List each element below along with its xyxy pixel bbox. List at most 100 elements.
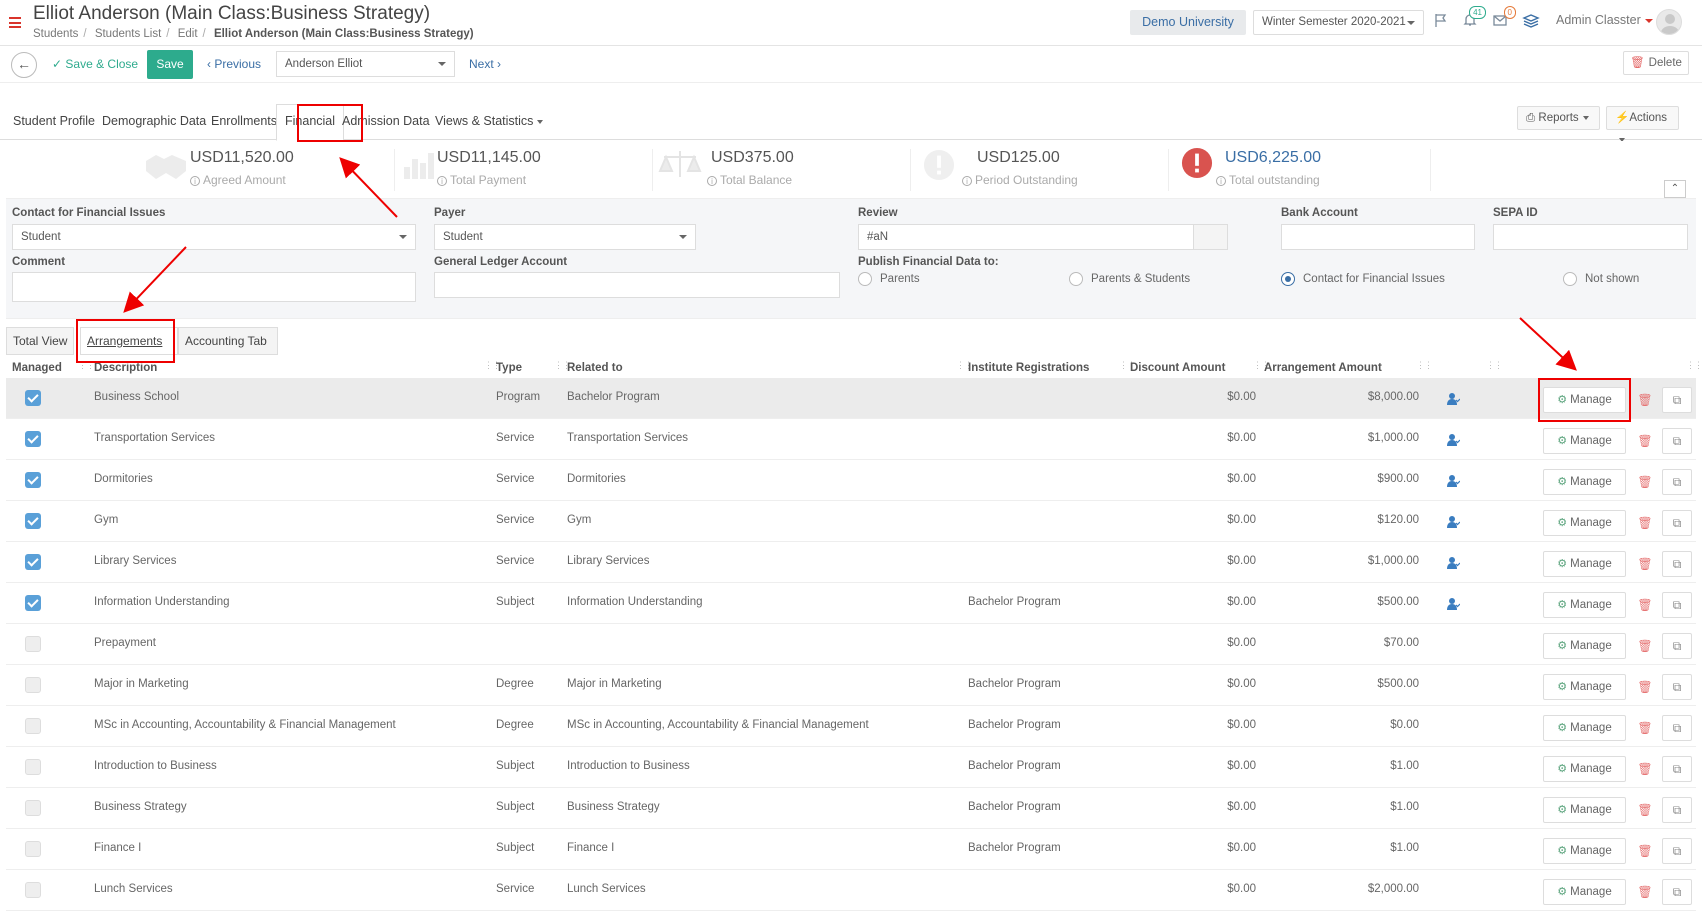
user-assigned-icon[interactable] — [1446, 433, 1460, 447]
manage-button[interactable]: ⚙ Manage — [1543, 797, 1626, 823]
delete-row-icon[interactable]: 🗑 — [1633, 715, 1657, 741]
table-row[interactable]: Transportation Services Service Transporta… — [6, 419, 1696, 460]
bank-account-input[interactable] — [1281, 224, 1475, 250]
manage-button[interactable]: ⚙ Manage — [1543, 469, 1626, 495]
save-button[interactable]: Save — [147, 50, 193, 79]
managed-checkbox[interactable] — [25, 841, 41, 857]
delete-row-icon[interactable]: 🗑 — [1633, 510, 1657, 536]
table-row[interactable]: Lunch Services Service Lunch Services $0.00… — [6, 870, 1696, 911]
table-row[interactable]: Business School Program Bachelor Program $0… — [6, 378, 1696, 419]
manage-button[interactable]: ⚙ Manage — [1543, 428, 1626, 454]
delete-row-icon[interactable]: 🗑 — [1633, 551, 1657, 577]
table-row[interactable]: Business Strategy Subject Business Strateg… — [6, 788, 1696, 829]
col-type[interactable]: Type — [496, 362, 522, 374]
table-row[interactable]: Introduction to Business Subject Introduct… — [6, 747, 1696, 788]
avatar[interactable] — [1656, 9, 1682, 35]
delete-row-icon[interactable]: 🗑 — [1633, 797, 1657, 823]
copy-icon[interactable]: ⧉ — [1662, 879, 1692, 905]
copy-icon[interactable]: ⧉ — [1662, 715, 1692, 741]
manage-button[interactable]: ⚙ Manage — [1543, 838, 1626, 864]
tab-financial[interactable]: Financial — [276, 104, 345, 141]
user-assigned-icon[interactable] — [1446, 474, 1460, 488]
table-row[interactable]: MSc in Accounting, Accountability & Fina… — [6, 706, 1696, 747]
radio-parents-students[interactable]: Parents & Students — [1069, 272, 1190, 286]
managed-checkbox[interactable] — [25, 513, 41, 529]
manage-button[interactable]: ⚙ Manage — [1543, 633, 1626, 659]
table-row[interactable]: Information Understanding Subject Informat… — [6, 583, 1696, 624]
delete-row-icon[interactable]: 🗑 — [1633, 838, 1657, 864]
radio-parents[interactable]: Parents — [858, 272, 920, 286]
col-discount-amount[interactable]: Discount Amount — [1130, 362, 1225, 374]
next-button[interactable]: Next › — [469, 57, 501, 71]
review-input[interactable]: #aN — [858, 224, 1228, 250]
manage-button[interactable]: ⚙ Manage — [1543, 592, 1626, 618]
manage-button[interactable]: ⚙ Manage — [1543, 756, 1626, 782]
delete-row-icon[interactable]: 🗑 — [1633, 756, 1657, 782]
col-institute-registrations[interactable]: Institute Registrations — [968, 362, 1089, 374]
tab-enrollments[interactable]: Enrollments — [211, 114, 277, 128]
breadcrumb-edit[interactable]: Edit — [178, 28, 198, 40]
tab-views-statistics[interactable]: Views & Statistics — [435, 114, 544, 128]
managed-checkbox[interactable] — [25, 554, 41, 570]
manage-button[interactable]: ⚙ Manage — [1543, 387, 1626, 413]
menu-icon[interactable] — [9, 17, 21, 31]
copy-icon[interactable]: ⧉ — [1662, 387, 1692, 413]
delete-row-icon[interactable]: 🗑 — [1633, 674, 1657, 700]
managed-checkbox[interactable] — [25, 800, 41, 816]
radio-not-shown[interactable]: Not shown — [1563, 272, 1639, 286]
radio-contact-financial[interactable]: Contact for Financial Issues — [1281, 272, 1445, 286]
table-row[interactable]: Finance I Subject Finance I Bachelor Progra… — [6, 829, 1696, 870]
previous-button[interactable]: ‹ Previous — [207, 57, 261, 71]
table-row[interactable]: Library Services Service Library Services $… — [6, 542, 1696, 583]
delete-row-icon[interactable]: 🗑 — [1633, 592, 1657, 618]
manage-button[interactable]: ⚙ Manage — [1543, 879, 1626, 905]
delete-row-icon[interactable]: 🗑 — [1633, 879, 1657, 905]
managed-checkbox[interactable] — [25, 595, 41, 611]
comment-input[interactable] — [12, 272, 416, 302]
managed-checkbox[interactable] — [25, 431, 41, 447]
managed-checkbox[interactable] — [25, 882, 41, 898]
user-assigned-icon[interactable] — [1446, 392, 1460, 406]
copy-icon[interactable]: ⧉ — [1662, 838, 1692, 864]
manage-button[interactable]: ⚙ Manage — [1543, 551, 1626, 577]
layers-icon[interactable] — [1522, 12, 1540, 30]
breadcrumb-students[interactable]: Students — [33, 28, 78, 40]
table-row[interactable]: Gym Service Gym $0.00 $120.00 ⚙ Manage 🗑 ⧉ — [6, 501, 1696, 542]
manage-button[interactable]: ⚙ Manage — [1543, 674, 1626, 700]
semester-select[interactable]: Winter Semester 2020-2021 — [1253, 10, 1424, 35]
mail-icon[interactable]: 0 — [1492, 6, 1516, 30]
copy-icon[interactable]: ⧉ — [1662, 510, 1692, 536]
copy-icon[interactable]: ⧉ — [1662, 756, 1692, 782]
manage-button[interactable]: ⚙ Manage — [1543, 715, 1626, 741]
col-description[interactable]: Description — [94, 362, 157, 374]
manage-button[interactable]: ⚙ Manage — [1543, 510, 1626, 536]
subtab-accounting[interactable]: Accounting Tab — [178, 327, 278, 355]
user-assigned-icon[interactable] — [1446, 556, 1460, 570]
subtab-total-view[interactable]: Total View — [6, 327, 74, 355]
delete-row-icon[interactable]: 🗑 — [1633, 633, 1657, 659]
back-button[interactable]: ← — [11, 52, 37, 78]
copy-icon[interactable]: ⧉ — [1662, 633, 1692, 659]
subtab-arrangements[interactable]: Arrangements — [80, 327, 178, 355]
user-assigned-icon[interactable] — [1446, 515, 1460, 529]
flag-icon[interactable] — [1433, 12, 1451, 30]
col-related-to[interactable]: Related to — [567, 362, 623, 374]
sepa-input[interactable] — [1493, 224, 1688, 250]
managed-checkbox[interactable] — [25, 718, 41, 734]
contact-select[interactable]: Student — [12, 224, 416, 250]
delete-row-icon[interactable]: 🗑 — [1633, 387, 1657, 413]
payer-select[interactable]: Student — [434, 224, 696, 250]
managed-checkbox[interactable] — [25, 759, 41, 775]
delete-row-icon[interactable]: 🗑 — [1633, 428, 1657, 454]
delete-row-icon[interactable]: 🗑 — [1633, 469, 1657, 495]
col-managed[interactable]: Managed — [12, 362, 62, 374]
copy-icon[interactable]: ⧉ — [1662, 428, 1692, 454]
user-menu[interactable]: Admin Classter — [1556, 13, 1653, 27]
copy-icon[interactable]: ⧉ — [1662, 592, 1692, 618]
delete-button[interactable]: 🗑 Delete — [1623, 51, 1689, 75]
table-row[interactable]: Major in Marketing Degree Major in Marketi… — [6, 665, 1696, 706]
managed-checkbox[interactable] — [25, 390, 41, 406]
managed-checkbox[interactable] — [25, 677, 41, 693]
managed-checkbox[interactable] — [25, 472, 41, 488]
collapse-button[interactable]: ⌃ — [1664, 180, 1686, 198]
